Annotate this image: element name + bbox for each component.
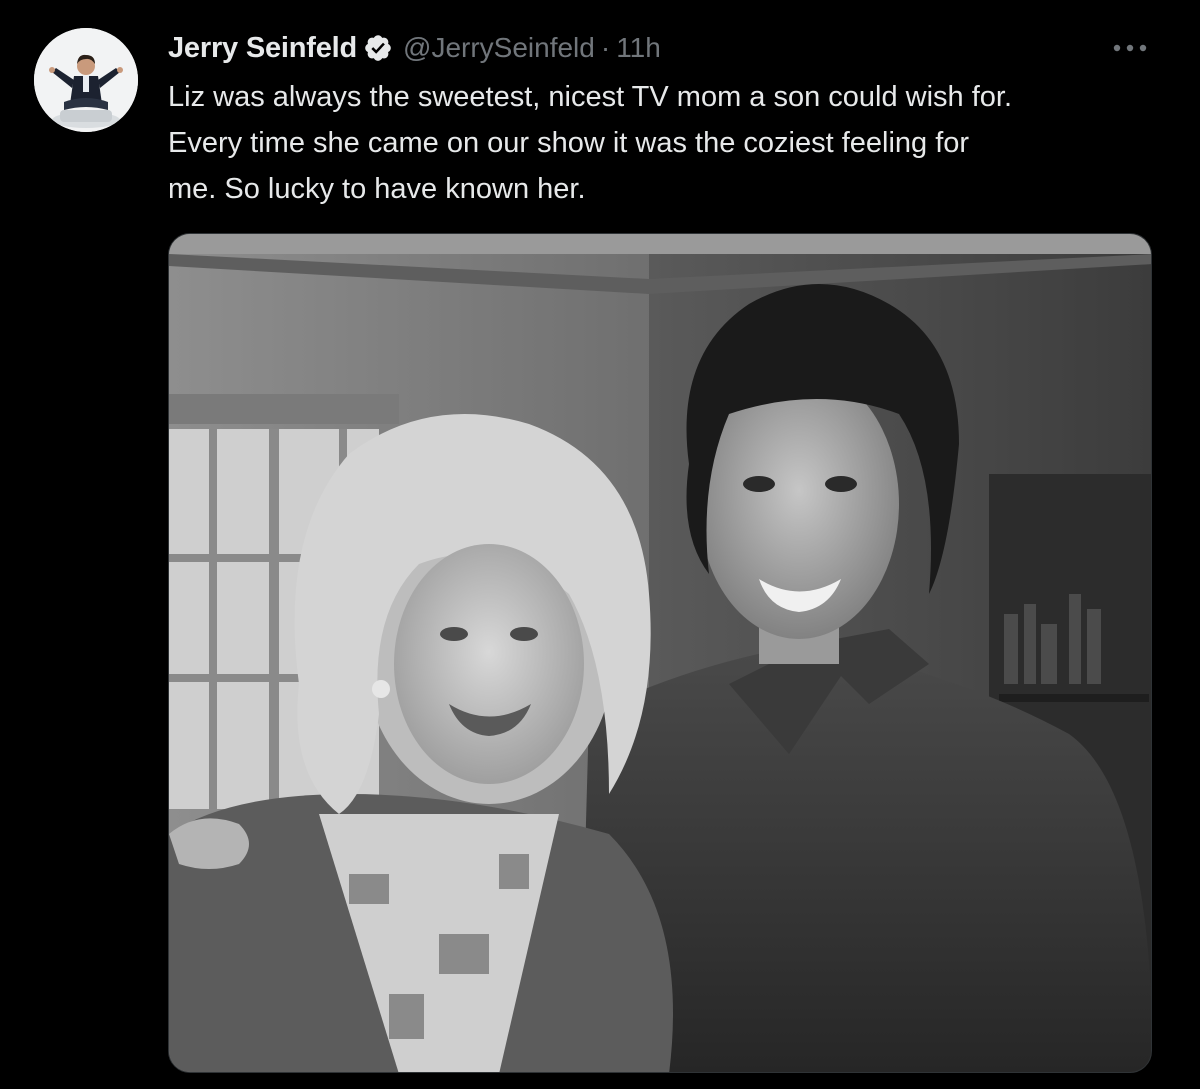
- avatar-photo-icon: [34, 28, 138, 132]
- tweet-timestamp[interactable]: 11h: [616, 32, 661, 64]
- author-avatar[interactable]: [34, 28, 138, 132]
- more-options-icon: [1113, 44, 1147, 52]
- tweet-header: Jerry Seinfeld @JerrySeinfeld · 11h: [168, 28, 661, 68]
- tweet-text: Liz was always the sweetest, nicest TV m…: [168, 74, 1158, 212]
- verified-badge-icon: [363, 33, 393, 63]
- tweet-photo[interactable]: [168, 233, 1152, 1073]
- separator-dot: ·: [600, 32, 611, 63]
- author-display-name[interactable]: Jerry Seinfeld: [168, 32, 357, 65]
- author-handle[interactable]: @JerrySeinfeld: [403, 32, 595, 64]
- tweet-text-line: me. So lucky to have known her.: [168, 173, 586, 205]
- photo-illustration: [169, 234, 1151, 1072]
- more-options-button[interactable]: [1110, 33, 1150, 63]
- tweet-text-line: Every time she came on our show it was t…: [168, 127, 970, 159]
- tweet: Jerry Seinfeld @JerrySeinfeld · 11h Liz …: [0, 0, 1200, 1089]
- tweet-text-line: Liz was always the sweetest, nicest TV m…: [168, 81, 1013, 113]
